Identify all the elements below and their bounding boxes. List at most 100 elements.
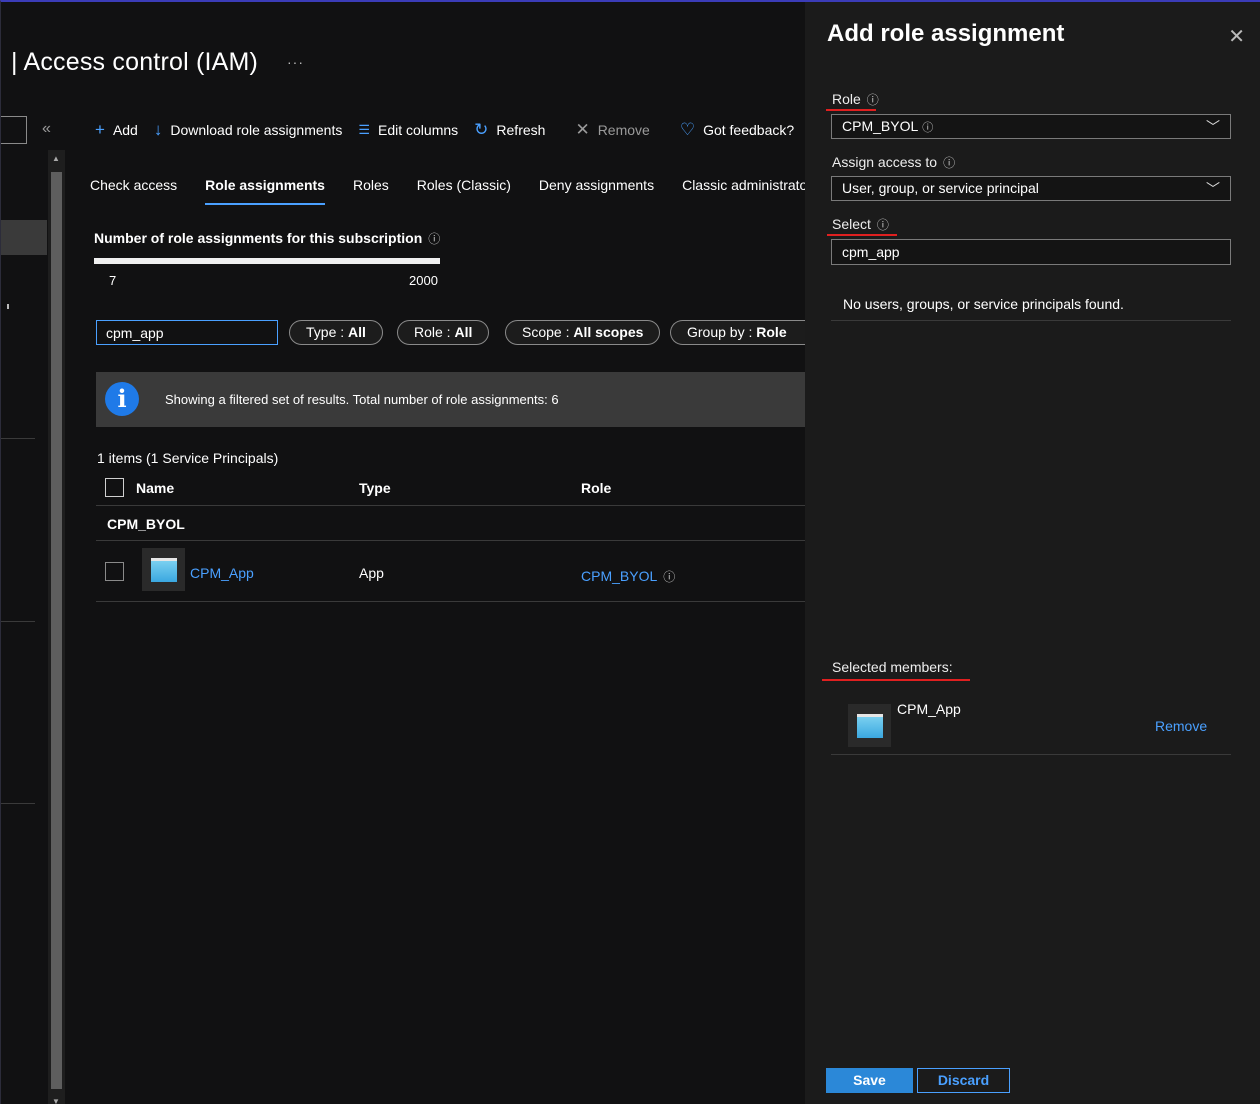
scroll-up-icon[interactable]: ▲ (52, 154, 60, 163)
annotation-underline (826, 109, 876, 111)
select-all-checkbox[interactable] (105, 478, 124, 497)
group-label: CPM_BYOL (107, 516, 185, 532)
info-icon[interactable]: ⓘ (877, 218, 889, 232)
feedback-label: Got feedback? (703, 122, 795, 138)
column-header-type[interactable]: Type (359, 480, 391, 496)
tab-deny-assignments[interactable]: Deny assignments (539, 177, 654, 205)
command-bar: + Add ↓ Download role assignments ☰ Edit… (95, 118, 807, 142)
assign-access-dropdown[interactable]: User, group, or service principal ﹀ (831, 176, 1231, 201)
role-filter-pill[interactable]: Role : All (397, 320, 490, 345)
left-nav-remnant: « (1, 2, 51, 1104)
select-member-input[interactable] (831, 239, 1231, 265)
info-banner-text: Showing a filtered set of results. Total… (165, 392, 559, 407)
chevron-down-icon: ﹀ (1206, 181, 1220, 197)
row-type: App (359, 565, 384, 581)
items-count: 1 items (1 Service Principals) (97, 450, 279, 466)
app-window: « ▲ ▼ | Access control (IAM) ··· + Add ↓… (0, 0, 1260, 1104)
no-results-message: No users, groups, or service principals … (843, 296, 1124, 312)
table-header: Name Type Role (96, 474, 808, 506)
download-label: Download role assignments (170, 122, 343, 138)
left-nav-selected-item[interactable] (1, 220, 47, 255)
left-nav-dot (7, 304, 9, 309)
column-header-name[interactable]: Name (136, 480, 174, 496)
remove-button[interactable]: ✕ Remove (575, 120, 649, 140)
page-title: | Access control (IAM) (11, 48, 259, 76)
tab-role-assignments[interactable]: Role assignments (205, 177, 325, 205)
feedback-button[interactable]: ♡ Got feedback? (680, 120, 794, 140)
download-icon: ↓ (153, 120, 163, 139)
column-header-role[interactable]: Role (581, 480, 611, 496)
type-filter-value: All (348, 324, 366, 340)
scope-filter-pill[interactable]: Scope : All scopes (505, 320, 661, 345)
tab-classic-administrators[interactable]: Classic administrators (682, 177, 808, 205)
row-role: CPM_BYOL ⓘ (581, 568, 675, 585)
plus-icon: + (95, 120, 105, 139)
group-by-label: Group by : (687, 324, 757, 340)
assign-access-label: Assign access to ⓘ (832, 154, 955, 171)
select-label: Select ⓘ (832, 216, 889, 233)
edit-columns-label: Edit columns (378, 122, 459, 138)
add-role-assignment-panel: Add role assignment ✕ Role ⓘ CPM_BYOL ⓘ ﹀ … (805, 2, 1260, 1104)
current-count: 7 (109, 273, 117, 288)
edit-columns-button[interactable]: ☰ Edit columns (358, 122, 458, 138)
role-filter-value: All (454, 324, 473, 340)
tab-check-access[interactable]: Check access (90, 177, 177, 205)
role-filter-label: Role : (414, 324, 455, 340)
group-by-pill[interactable]: Group by : Role (670, 320, 808, 345)
remove-label: Remove (597, 122, 650, 138)
annotation-underline (827, 234, 897, 236)
annotation-underline (822, 679, 970, 681)
row-checkbox[interactable] (105, 562, 124, 581)
scope-filter-label: Scope : (522, 324, 574, 340)
row-name-link[interactable]: CPM_App (190, 565, 254, 581)
role-label-text: Role (832, 91, 861, 107)
window-icon (151, 558, 177, 582)
window-icon (857, 714, 883, 738)
role-label: Role ⓘ (832, 91, 879, 108)
row-role-link[interactable]: CPM_BYOL (581, 568, 657, 584)
role-dropdown[interactable]: CPM_BYOL ⓘ ﹀ (831, 114, 1231, 139)
scroll-down-icon[interactable]: ▼ (52, 1097, 60, 1104)
info-icon[interactable]: ⓘ (663, 570, 675, 584)
app-icon (848, 704, 891, 747)
refresh-icon: ↻ (474, 120, 489, 139)
count-label-text: Number of role assignments for this subs… (94, 230, 423, 246)
assign-access-value: User, group, or service principal (842, 180, 1039, 196)
refresh-button[interactable]: ↻ Refresh (474, 120, 545, 140)
heart-icon: ♡ (679, 120, 696, 139)
tab-roles-classic[interactable]: Roles (Classic) (417, 177, 511, 205)
info-icon[interactable]: ⓘ (922, 122, 933, 134)
columns-icon: ☰ (358, 122, 370, 137)
type-filter-pill[interactable]: Type : All (289, 320, 383, 345)
vertical-scrollbar[interactable]: ▲ ▼ (48, 150, 65, 1104)
scope-filter-value: All scopes (573, 324, 644, 340)
scrollbar-thumb[interactable] (51, 172, 62, 1089)
refresh-label: Refresh (496, 122, 546, 138)
tab-roles[interactable]: Roles (353, 177, 389, 205)
search-input[interactable] (96, 320, 278, 345)
info-icon[interactable]: ⓘ (428, 232, 440, 246)
collapse-sidebar-icon[interactable]: « (42, 120, 51, 138)
download-role-assignments-button[interactable]: ↓ Download role assignments (154, 120, 342, 140)
selected-member-name: CPM_App (897, 701, 961, 717)
remove-member-link[interactable]: Remove (1155, 718, 1207, 734)
panel-divider (831, 320, 1231, 321)
close-icon[interactable]: ✕ (1228, 24, 1245, 49)
group-row: CPM_BYOL (96, 506, 808, 541)
role-assignment-progress-bar (94, 258, 440, 264)
discard-button[interactable]: Discard (917, 1068, 1010, 1093)
add-button[interactable]: + Add (95, 120, 138, 140)
more-options-icon[interactable]: ··· (287, 54, 304, 70)
info-icon[interactable]: ⓘ (867, 93, 879, 107)
info-circle-icon: i (105, 382, 139, 416)
app-icon (142, 548, 185, 591)
panel-divider (831, 754, 1231, 755)
left-search-box[interactable] (1, 116, 27, 144)
progress-fill (94, 258, 440, 264)
group-by-value: Role (756, 324, 787, 340)
max-count: 2000 (409, 273, 438, 288)
selected-members-label: Selected members: (832, 659, 953, 675)
save-button[interactable]: Save (826, 1068, 913, 1093)
info-icon[interactable]: ⓘ (943, 156, 955, 170)
panel-title: Add role assignment (827, 20, 1065, 47)
